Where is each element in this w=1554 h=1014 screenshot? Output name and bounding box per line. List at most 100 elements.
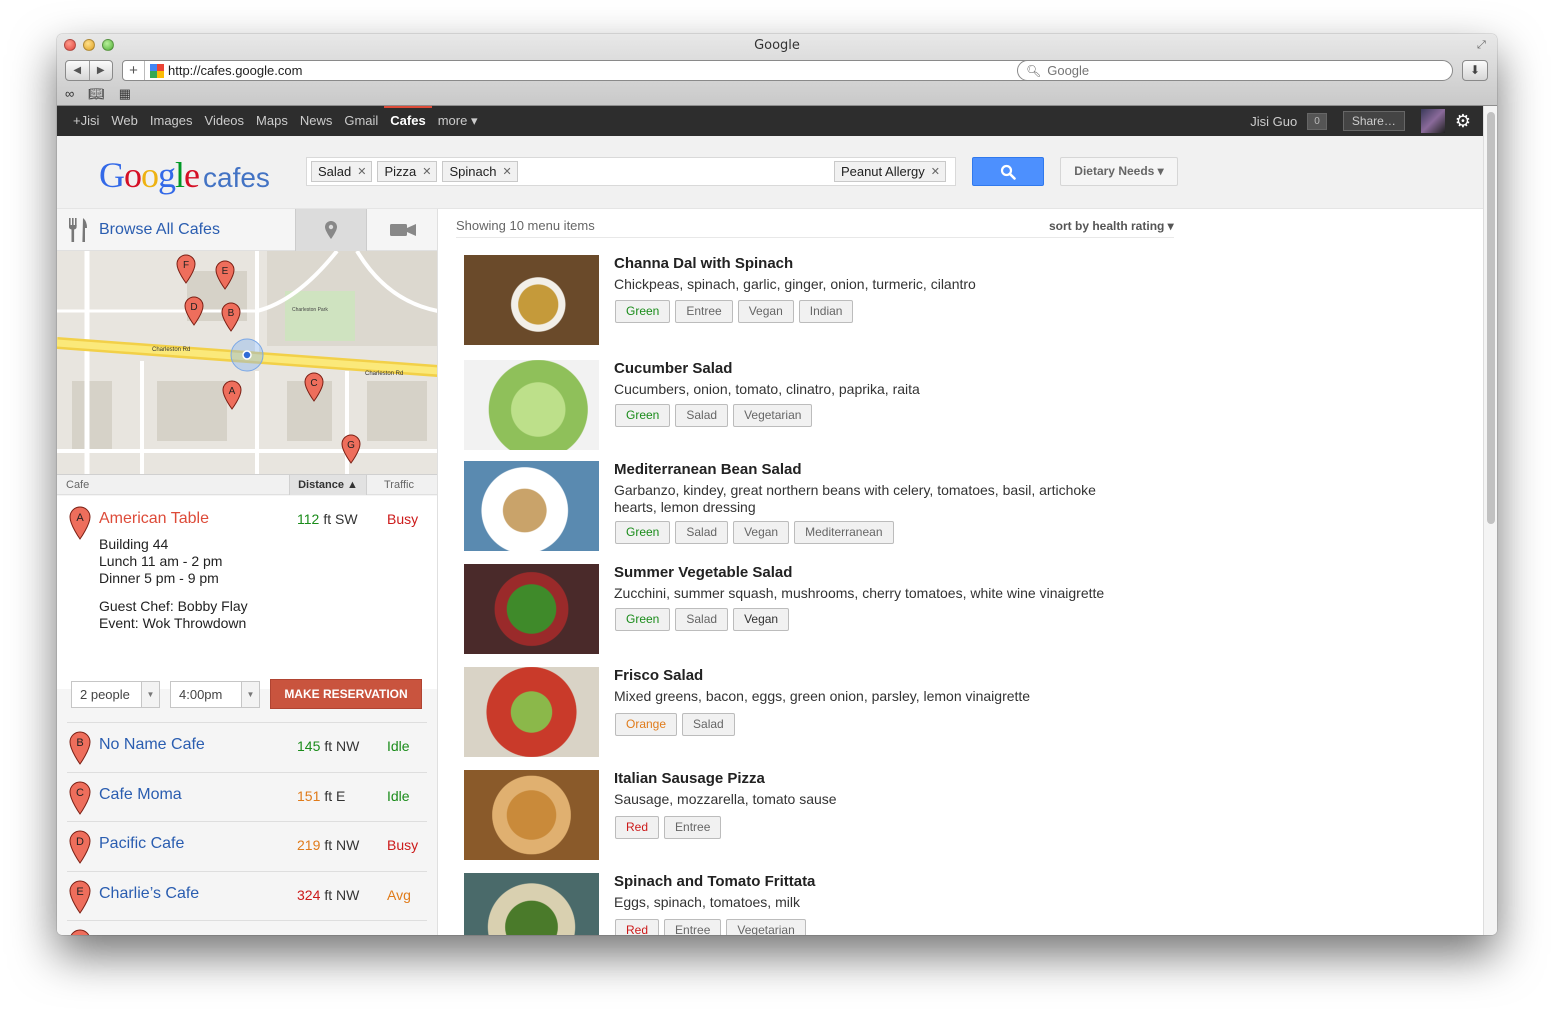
menu-item-title[interactable]: Cucumber Salad — [614, 360, 732, 377]
cafe-list-item[interactable]: C Cafe Moma 151 ft E Idle — [67, 771, 427, 821]
tab-video-view[interactable] — [367, 209, 437, 251]
menu-item-title[interactable]: Spinach and Tomato Frittata — [614, 873, 815, 890]
menu-item-title[interactable]: Mediterranean Bean Salad — [614, 461, 802, 478]
column-distance[interactable]: Distance ▲ — [289, 475, 367, 495]
tag-green[interactable]: Green — [615, 300, 671, 323]
cafe-list-item[interactable]: F Slice Cafe 375ft NW Low — [67, 920, 427, 935]
gbar-link[interactable]: +Jisi — [67, 106, 105, 136]
cafe-name[interactable]: Slice Cafe — [99, 934, 172, 935]
tag-green[interactable]: Green — [615, 404, 671, 427]
avatar[interactable] — [1420, 109, 1445, 133]
remove-chip-icon[interactable]: ✕ — [502, 165, 511, 178]
back-icon[interactable]: ◀ — [66, 61, 90, 80]
search-chip[interactable]: Pizza ✕ — [377, 161, 438, 182]
menu-item-photo[interactable] — [464, 564, 599, 654]
tag-entree[interactable]: Entree — [664, 816, 722, 839]
tag-vegetarian[interactable]: Vegetarian — [733, 404, 813, 427]
gbar-link[interactable]: Gmail — [338, 106, 384, 136]
browser-search[interactable]: 🔍︎ — [1017, 60, 1453, 81]
map-canvas[interactable]: Charleston Rd Charleston Rd Charleston P… — [57, 251, 438, 474]
forward-icon[interactable]: ▶ — [90, 61, 113, 80]
downloads-icon[interactable]: ⬇ — [1462, 60, 1488, 81]
tag-salad[interactable]: Salad — [675, 608, 729, 631]
bookmarks-icon[interactable]: 📖︎ — [88, 86, 105, 102]
gbar-link[interactable]: Maps — [250, 106, 294, 136]
selected-cafe-name[interactable]: American Table — [99, 510, 209, 528]
allergy-chip[interactable]: Peanut Allergy ✕ — [833, 161, 946, 182]
gbar-link[interactable]: Images — [144, 106, 199, 136]
tag-entree[interactable]: Entree — [675, 300, 733, 323]
tag-vegan[interactable]: Vegan — [733, 521, 790, 544]
cafe-list-item[interactable]: E Charlie’s Cafe 324 ft NW Avg — [67, 870, 427, 920]
top-sites-icon[interactable]: ▦ — [119, 86, 131, 102]
tab-map-view[interactable] — [295, 209, 367, 251]
cafe-list-item[interactable]: B No Name Cafe 145 ft NW Idle — [67, 722, 427, 771]
tag-red[interactable]: Red — [615, 816, 660, 839]
menu-item-photo[interactable] — [464, 873, 599, 935]
remove-chip-icon[interactable]: ✕ — [931, 165, 940, 178]
menu-item-photo[interactable] — [464, 255, 599, 345]
menu-item-photo[interactable] — [464, 770, 599, 860]
add-bookmark-icon[interactable]: + — [123, 61, 145, 80]
menu-search-input[interactable]: Salad ✕ Pizza ✕ Spinach ✕ Peanut Allergy ✕ — [306, 157, 956, 186]
cafe-list-item[interactable]: D Pacific Cafe 219 ft NW Busy — [67, 821, 427, 870]
gbar-link[interactable]: Videos — [199, 106, 251, 136]
search-chip[interactable]: Salad ✕ — [311, 161, 373, 182]
gear-icon[interactable]: ⚙ — [1455, 111, 1471, 132]
browse-all-cafes-link[interactable]: Browse All Cafes — [67, 209, 220, 251]
page-scrollbar[interactable] — [1483, 106, 1497, 935]
menu-item-photo[interactable] — [464, 667, 599, 757]
time-select[interactable]: 4:00pm ▼ — [170, 681, 260, 708]
cafe-map[interactable]: Charleston Rd Charleston Rd Charleston P… — [57, 251, 438, 474]
remove-chip-icon[interactable]: ✕ — [422, 165, 431, 178]
google-cafes-logo[interactable]: Google cafes — [99, 154, 270, 196]
address-bar[interactable]: + http://cafes.google.com ↻ — [122, 60, 1063, 81]
cafe-name[interactable]: Cafe Moma — [99, 786, 182, 804]
tag-salad[interactable]: Salad — [675, 404, 729, 427]
gbar-link[interactable]: News — [294, 106, 339, 136]
tag-vegan[interactable]: Vegan — [733, 608, 790, 631]
tag-vegan[interactable]: Vegan — [737, 300, 794, 323]
gbar-link[interactable]: Web — [105, 106, 144, 136]
cafe-name[interactable]: Pacific Cafe — [99, 835, 184, 853]
remove-chip-icon[interactable]: ✕ — [357, 165, 366, 178]
make-reservation-button[interactable]: MAKE RESERVATION — [270, 679, 422, 709]
dietary-needs-dropdown[interactable]: Dietary Needs ▾ — [1060, 157, 1178, 186]
column-traffic[interactable]: Traffic — [384, 479, 414, 491]
menu-item-photo[interactable] — [464, 360, 599, 450]
notification-count[interactable]: 0 — [1307, 112, 1327, 130]
tag-orange[interactable]: Orange — [615, 713, 678, 736]
cafe-list-header: Cafe Distance ▲ Traffic — [57, 474, 437, 495]
scrollbar-thumb[interactable] — [1487, 112, 1495, 524]
tag-vegetarian[interactable]: Vegetarian — [726, 919, 806, 935]
party-size-select[interactable]: 2 people ▼ — [71, 681, 160, 708]
menu-item-photo[interactable] — [464, 461, 599, 551]
user-name[interactable]: Jisi Guo — [1250, 114, 1297, 129]
tag-red[interactable]: Red — [615, 919, 660, 935]
tag-green[interactable]: Green — [615, 608, 671, 631]
reading-list-icon[interactable]: ∞ — [65, 86, 74, 102]
share-button[interactable]: Share… — [1342, 111, 1405, 131]
search-chip[interactable]: Spinach ✕ — [442, 161, 518, 182]
tag-green[interactable]: Green — [615, 521, 671, 544]
gbar-link[interactable]: Cafes — [384, 106, 433, 136]
tag-mediterranean[interactable]: Mediterranean — [794, 521, 894, 544]
fullscreen-icon[interactable]: ⤢ — [1477, 39, 1489, 51]
menu-item-title[interactable]: Italian Sausage Pizza — [614, 770, 765, 787]
search-button[interactable] — [972, 157, 1044, 186]
tag-indian[interactable]: Indian — [798, 300, 854, 323]
tag-entree[interactable]: Entree — [664, 919, 722, 935]
column-cafe[interactable]: Cafe — [66, 479, 89, 491]
menu-item-title[interactable]: Channa Dal with Spinach — [614, 255, 793, 272]
sort-dropdown[interactable]: sort by health rating ▾ — [1049, 219, 1174, 233]
cafe-name[interactable]: Charlie’s Cafe — [99, 885, 199, 903]
menu-item-title[interactable]: Summer Vegetable Salad — [614, 564, 792, 581]
gbar-link[interactable]: more ▾ — [432, 106, 484, 136]
tag-salad[interactable]: Salad — [675, 521, 729, 544]
menu-item-title[interactable]: Frisco Salad — [614, 667, 703, 684]
selected-cafe-card[interactable]: A American Table 112 ft SW Busy Building … — [57, 496, 437, 689]
browser-search-input[interactable] — [1047, 63, 1428, 78]
url-text[interactable]: http://cafes.google.com — [168, 63, 1042, 78]
cafe-name[interactable]: No Name Cafe — [99, 736, 205, 754]
tag-salad[interactable]: Salad — [682, 713, 735, 736]
